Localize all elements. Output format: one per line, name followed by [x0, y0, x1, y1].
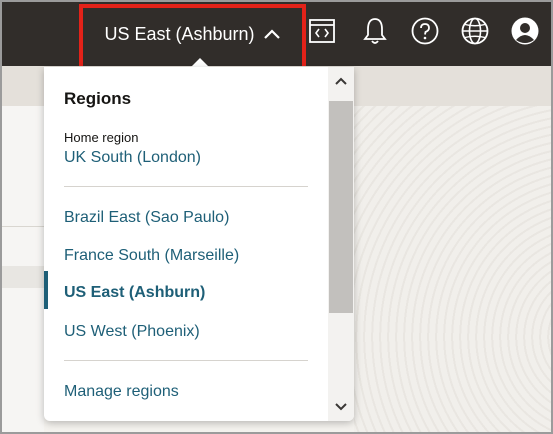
help-icon[interactable]: [410, 16, 440, 46]
page-content-left: [2, 106, 44, 432]
scroll-up-icon[interactable]: [331, 73, 351, 89]
region-item-us-west[interactable]: US West (Phoenix): [64, 323, 200, 341]
content-divider: [2, 226, 44, 227]
menu-divider: [64, 186, 308, 187]
manage-regions-link[interactable]: Manage regions: [64, 383, 179, 401]
region-item-us-east[interactable]: US East (Ashburn): [64, 284, 205, 302]
content-strip: [2, 266, 44, 288]
region-item-france-south[interactable]: France South (Marseille): [64, 247, 239, 265]
scroll-down-icon[interactable]: [331, 399, 351, 415]
regions-title: Regions: [64, 89, 132, 108]
top-header-bar: US East (Ashburn): [2, 2, 551, 72]
page-background-pattern: [354, 106, 551, 432]
menu-divider: [64, 360, 308, 361]
active-region-indicator: [44, 271, 48, 309]
code-editor-icon[interactable]: [307, 16, 337, 46]
globe-icon[interactable]: [460, 16, 490, 46]
region-item-brazil-east[interactable]: Brazil East (Sao Paulo): [64, 209, 229, 227]
dropdown-caret: [191, 58, 209, 67]
user-avatar-icon[interactable]: [510, 16, 540, 46]
region-selector-label: US East (Ashburn): [104, 23, 255, 44]
screen-frame: US East (Ashburn) Regions Home region UK…: [0, 0, 553, 434]
scrollbar-thumb[interactable]: [329, 101, 353, 313]
regions-dropdown: Regions Home region UK South (London) Br…: [44, 67, 354, 421]
home-region-label: Home region: [64, 130, 139, 145]
bell-icon[interactable]: [360, 16, 390, 46]
chevron-up-icon: [263, 29, 280, 39]
home-region-link[interactable]: UK South (London): [64, 149, 201, 167]
